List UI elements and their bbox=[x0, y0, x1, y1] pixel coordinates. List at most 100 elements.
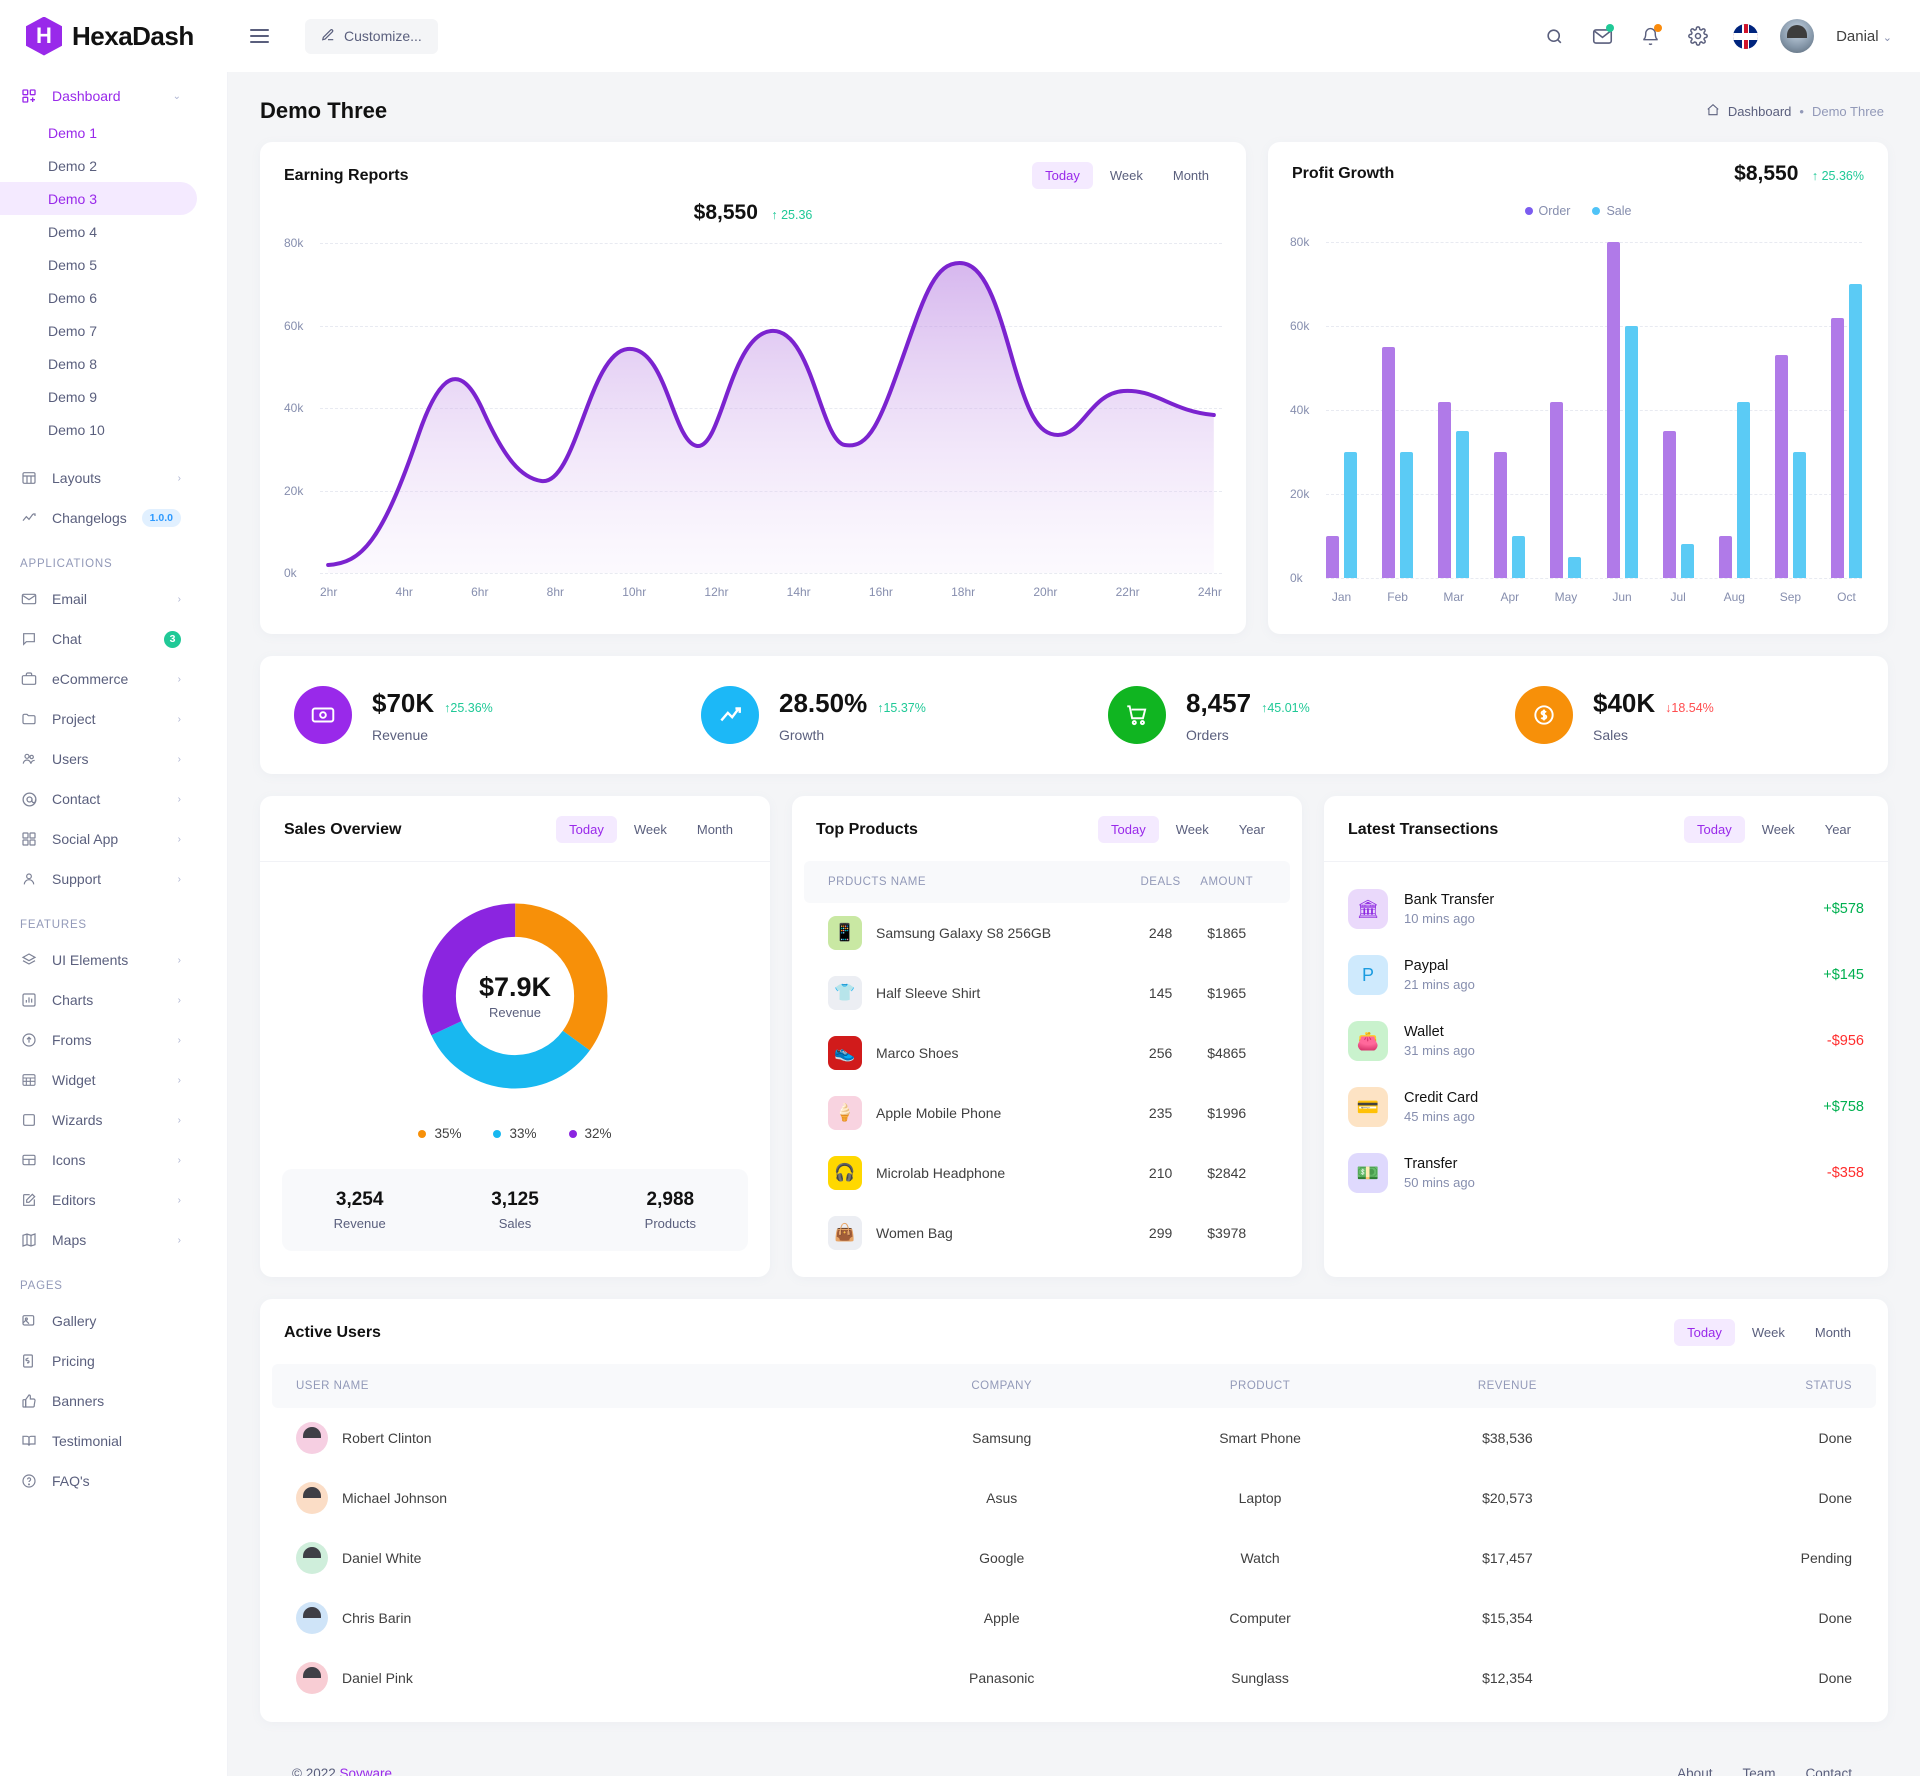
table-row[interactable]: 🍦Apple Mobile Phone235$1996 bbox=[804, 1083, 1290, 1143]
footer-contact[interactable]: Contact bbox=[1805, 1766, 1852, 1776]
list-item[interactable]: 👛Wallet31 mins ago-$956 bbox=[1324, 1008, 1888, 1074]
sidebar-item-demo-4[interactable]: Demo 4 bbox=[0, 215, 197, 248]
sidebar-item-social-app[interactable]: Social App › bbox=[0, 819, 199, 859]
breadcrumb-root[interactable]: Dashboard bbox=[1728, 104, 1792, 119]
breadcrumb-current: Demo Three bbox=[1812, 104, 1884, 119]
sidebar-item-demo-6[interactable]: Demo 6 bbox=[0, 281, 197, 314]
table-row[interactable]: Robert ClintonSamsungSmart Phone$38,536D… bbox=[272, 1408, 1876, 1468]
sidebar-item-ecommerce[interactable]: eCommerce › bbox=[0, 659, 199, 699]
table-row[interactable]: Michael JohnsonAsusLaptop$20,573Done bbox=[272, 1468, 1876, 1528]
tab-year[interactable]: Year bbox=[1812, 816, 1864, 843]
sidebar-item-project[interactable]: Project › bbox=[0, 699, 199, 739]
sidebar-item-email[interactable]: Email › bbox=[0, 579, 199, 619]
transactions-tabs[interactable]: Today Week Year bbox=[1684, 816, 1864, 843]
tab-today[interactable]: Today bbox=[556, 816, 617, 843]
demo-9-label: Demo 9 bbox=[48, 389, 97, 405]
top-bar: H HexaDash Customize... bbox=[0, 0, 1920, 72]
customize-button[interactable]: Customize... bbox=[305, 19, 438, 54]
list-item[interactable]: 🏛Bank Transfer10 mins ago+$578 bbox=[1324, 876, 1888, 942]
sidebar-item-changelogs[interactable]: Changelogs 1.0.0 bbox=[0, 498, 199, 538]
table-row[interactable]: Daniel WhiteGoogleWatch$17,457Pending bbox=[272, 1528, 1876, 1588]
kpi-growth-label: Growth bbox=[779, 727, 926, 743]
sidebar-item-ui-elements[interactable]: UI Elements › bbox=[0, 940, 199, 980]
sidebar-item-chat[interactable]: Chat 3 bbox=[0, 619, 199, 659]
flag-uk-icon[interactable] bbox=[1733, 24, 1758, 49]
tab-today[interactable]: Today bbox=[1674, 1319, 1735, 1346]
gallery-label: Gallery bbox=[52, 1313, 96, 1329]
sidebar-item-demo-3[interactable]: Demo 3 bbox=[0, 182, 197, 215]
tab-week[interactable]: Week bbox=[1749, 816, 1808, 843]
sales-tabs[interactable]: Today Week Month bbox=[556, 816, 746, 843]
sidebar-item-maps[interactable]: Maps › bbox=[0, 1220, 199, 1260]
brand[interactable]: H HexaDash bbox=[0, 17, 228, 56]
sidebar-item-froms[interactable]: Froms › bbox=[0, 1020, 199, 1060]
sidebar-item-demo-5[interactable]: Demo 5 bbox=[0, 248, 197, 281]
sidebar-item-demo-8[interactable]: Demo 8 bbox=[0, 347, 197, 380]
tab-today[interactable]: Today bbox=[1032, 162, 1093, 189]
avatar[interactable] bbox=[1780, 19, 1814, 53]
sidebar-item-wizards[interactable]: Wizards › bbox=[0, 1100, 199, 1140]
charts-label: Charts bbox=[52, 992, 93, 1008]
mail-icon[interactable] bbox=[1589, 23, 1615, 49]
sidebar-item-faqs[interactable]: FAQ's bbox=[0, 1461, 199, 1501]
sidebar-item-gallery[interactable]: Gallery bbox=[0, 1301, 199, 1341]
company-link[interactable]: Sovware bbox=[339, 1766, 392, 1776]
table-row[interactable]: 📱Samsung Galaxy S8 256GB248$1865 bbox=[804, 903, 1290, 963]
bell-icon[interactable] bbox=[1637, 23, 1663, 49]
list-item[interactable]: PPaypal21 mins ago+$145 bbox=[1324, 942, 1888, 1008]
tab-month[interactable]: Month bbox=[684, 816, 746, 843]
footer-team[interactable]: Team bbox=[1742, 1766, 1775, 1776]
tab-week[interactable]: Week bbox=[1739, 1319, 1798, 1346]
sidebar-item-widget[interactable]: Widget › bbox=[0, 1060, 199, 1100]
kpi-sales: $40K↓18.54% Sales bbox=[1481, 656, 1888, 774]
table-row[interactable]: 🎧Microlab Headphone210$2842 bbox=[804, 1143, 1290, 1203]
user-menu[interactable]: Danial ⌄ bbox=[1836, 28, 1892, 45]
table-row[interactable]: 👜Women Bag299$3978 bbox=[804, 1203, 1290, 1263]
sidebar-item-contact[interactable]: Contact › bbox=[0, 779, 199, 819]
col-revenue: REVENUE bbox=[1404, 1364, 1612, 1408]
sidebar-item-demo-9[interactable]: Demo 9 bbox=[0, 380, 197, 413]
sidebar-item-charts[interactable]: Charts › bbox=[0, 980, 199, 1020]
sidebar-item-users[interactable]: Users › bbox=[0, 739, 199, 779]
sidebar-item-demo-1[interactable]: Demo 1 bbox=[0, 116, 197, 149]
sidebar-item-layouts[interactable]: Layouts › bbox=[0, 458, 199, 498]
table-row[interactable]: 👕Half Sleeve Shirt145$1965 bbox=[804, 963, 1290, 1023]
table-row[interactable]: Daniel PinkPanasonicSunglass$12,354Done bbox=[272, 1648, 1876, 1708]
menu-toggle-icon[interactable] bbox=[250, 29, 269, 43]
list-item[interactable]: 💵Transfer50 mins ago-$358 bbox=[1324, 1140, 1888, 1206]
sidebar-item-demo-10[interactable]: Demo 10 bbox=[0, 413, 197, 446]
earning-tabs[interactable]: Today Week Month bbox=[1032, 162, 1222, 189]
up-arrow-icon: ↑ bbox=[771, 208, 777, 222]
search-icon[interactable] bbox=[1541, 23, 1567, 49]
gear-icon[interactable] bbox=[1685, 23, 1711, 49]
products-tabs[interactable]: Today Week Year bbox=[1098, 816, 1278, 843]
sidebar-item-demo-2[interactable]: Demo 2 bbox=[0, 149, 197, 182]
sidebar-item-icons[interactable]: Icons › bbox=[0, 1140, 199, 1180]
sidebar-item-pricing[interactable]: Pricing bbox=[0, 1341, 199, 1381]
bar-sale-oct bbox=[1849, 284, 1862, 578]
sidebar-item-support[interactable]: Support › bbox=[0, 859, 199, 899]
table-row[interactable]: 👟Marco Shoes256$4865 bbox=[804, 1023, 1290, 1083]
tab-week[interactable]: Week bbox=[621, 816, 680, 843]
active-users-tabs[interactable]: Today Week Month bbox=[1674, 1319, 1864, 1346]
sidebar[interactable]: Dashboard ⌄ Demo 1 Demo 2 Demo 3 Demo 4 … bbox=[0, 72, 228, 1776]
sidebar-item-testimonial[interactable]: Testimonial bbox=[0, 1421, 199, 1461]
sidebar-item-banners[interactable]: Banners bbox=[0, 1381, 199, 1421]
table-row[interactable]: Chris BarinAppleComputer$15,354Done bbox=[272, 1588, 1876, 1648]
sidebar-item-dashboard[interactable]: Dashboard ⌄ bbox=[0, 76, 199, 116]
tab-today[interactable]: Today bbox=[1098, 816, 1159, 843]
contact-label: Contact bbox=[52, 791, 100, 807]
tab-week[interactable]: Week bbox=[1163, 816, 1222, 843]
footer-about[interactable]: About bbox=[1677, 1766, 1712, 1776]
sidebar-item-editors[interactable]: Editors › bbox=[0, 1180, 199, 1220]
tab-today[interactable]: Today bbox=[1684, 816, 1745, 843]
transaction-name: Wallet bbox=[1404, 1024, 1475, 1040]
tab-year[interactable]: Year bbox=[1226, 816, 1278, 843]
chat-unread-badge: 3 bbox=[164, 631, 181, 648]
sidebar-item-demo-7[interactable]: Demo 7 bbox=[0, 314, 197, 347]
tab-month[interactable]: Month bbox=[1160, 162, 1222, 189]
tab-month[interactable]: Month bbox=[1802, 1319, 1864, 1346]
list-item[interactable]: 💳Credit Card45 mins ago+$758 bbox=[1324, 1074, 1888, 1140]
tab-week[interactable]: Week bbox=[1097, 162, 1156, 189]
money-icon bbox=[294, 686, 352, 744]
